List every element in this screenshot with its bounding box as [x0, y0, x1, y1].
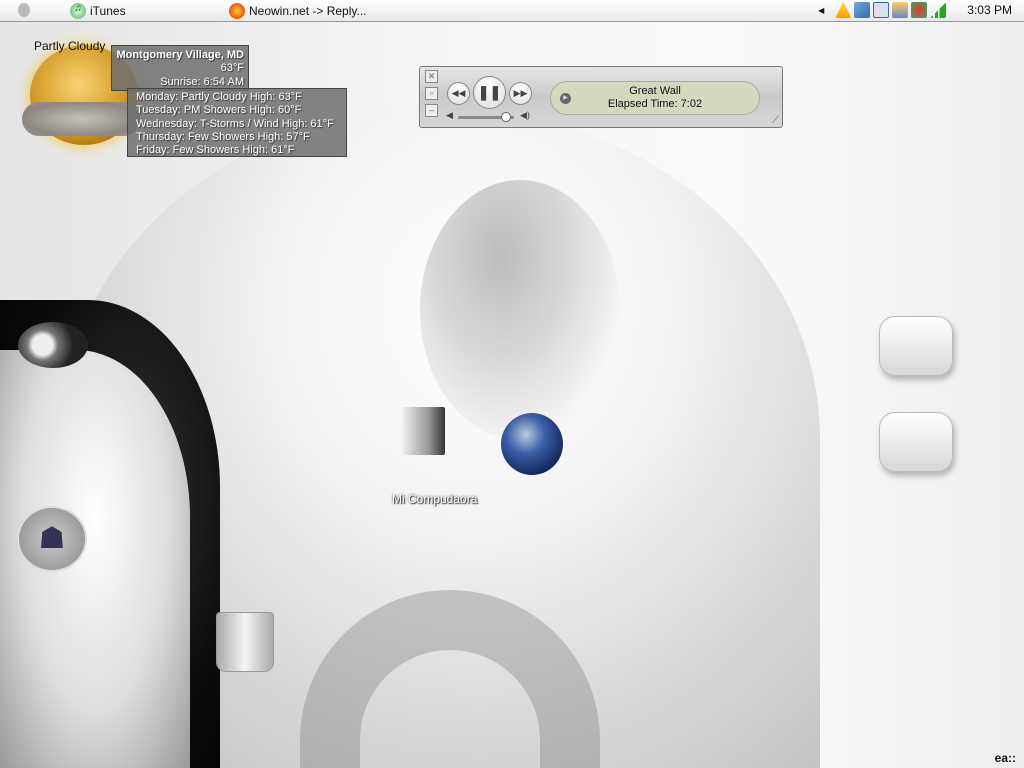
taskbar-itunes[interactable]: ♫ iTunes	[70, 3, 126, 19]
forecast-day: Wednesday: T-Storms / Wind High: 61°F	[136, 117, 334, 130]
weather-sunrise: Sunrise: 6:54 AM	[160, 75, 244, 88]
volume-high-icon: ◀)	[520, 110, 530, 120]
wallpaper-highlight	[420, 180, 620, 440]
rewind-button[interactable]: ◀◀	[447, 82, 470, 105]
fast-forward-button[interactable]: ▶▶	[509, 82, 532, 105]
forecast-day: Friday: Few Showers High: 61°F	[136, 144, 295, 157]
computer-icon[interactable]	[403, 407, 445, 455]
forecast-day: Tuesday: PM Showers High: 60°F	[136, 104, 302, 117]
weather-location: Montgomery Village, MD	[116, 49, 244, 61]
play-icon[interactable]: ▶	[560, 93, 571, 104]
track-title: Great Wall	[629, 85, 681, 97]
counter-strike-icon[interactable]: ☗	[17, 506, 87, 572]
chevron-left-icon[interactable]: ◀	[818, 6, 824, 15]
clock[interactable]: 3:03 PM	[967, 3, 1012, 17]
close-button[interactable]: ✕	[425, 70, 438, 83]
drive-icon[interactable]	[879, 316, 953, 376]
system-tray: ◀ 3:03 PM	[818, 2, 1012, 18]
apple-icon[interactable]	[18, 3, 30, 17]
weather-forecast: Monday: Partly Cloudy High: 63°F Tuesday…	[127, 88, 347, 157]
volume-icon[interactable]	[873, 2, 890, 18]
taskbar-label: iTunes	[90, 4, 126, 18]
weather-cloud-icon	[22, 102, 140, 136]
elapsed-time: Elapsed Time: 7:02	[607, 98, 703, 110]
trash-icon[interactable]	[216, 612, 274, 672]
weather-condition: Partly Cloudy	[34, 39, 106, 53]
speakers-icon[interactable]	[18, 322, 88, 368]
media-player: ✕ ▫ – ◀◀ ❚❚ ▶▶ ◀ ◀) ▶ Great Wall Elapsed…	[419, 66, 783, 128]
signature: ea::	[994, 751, 1016, 765]
restore-button[interactable]: ▫	[425, 87, 438, 100]
drive-icon[interactable]	[879, 412, 953, 472]
display-icon[interactable]	[892, 2, 909, 18]
forecast-day: Thursday: Few Showers High: 57°F	[136, 130, 310, 143]
weather-temperature: 63°F	[220, 62, 244, 75]
volume-low-icon: ◀	[446, 110, 453, 120]
menubar: ♫ iTunes Neowin.net -> Reply... ◀ 3:03 P…	[0, 0, 1024, 22]
resize-grip-icon[interactable]: ⟋	[772, 115, 779, 126]
volume-knob[interactable]	[500, 112, 511, 122]
taskbar-label: Neowin.net -> Reply...	[249, 4, 367, 18]
taskbar-neowin[interactable]: Neowin.net -> Reply...	[229, 3, 367, 19]
pause-button[interactable]: ❚❚	[473, 76, 506, 109]
my-computer-label[interactable]: Mi Compudaora	[392, 492, 477, 506]
weather-current: Montgomery Village, MD 63°F Sunrise: 6:5…	[111, 45, 249, 91]
volume-slider[interactable]	[458, 112, 514, 122]
firefox-icon	[229, 3, 245, 19]
messenger-icon[interactable]	[911, 2, 928, 18]
minimize-button[interactable]: –	[425, 104, 438, 117]
warning-icon[interactable]	[835, 2, 852, 18]
itunes-icon: ♫	[70, 3, 86, 19]
network-icon[interactable]	[854, 2, 871, 18]
forecast-day: Monday: Partly Cloudy High: 63°F	[136, 91, 302, 103]
signal-icon[interactable]	[930, 2, 947, 18]
globe-icon[interactable]	[501, 413, 563, 475]
now-playing-display: ▶ Great Wall Elapsed Time: 7:02	[550, 81, 760, 115]
